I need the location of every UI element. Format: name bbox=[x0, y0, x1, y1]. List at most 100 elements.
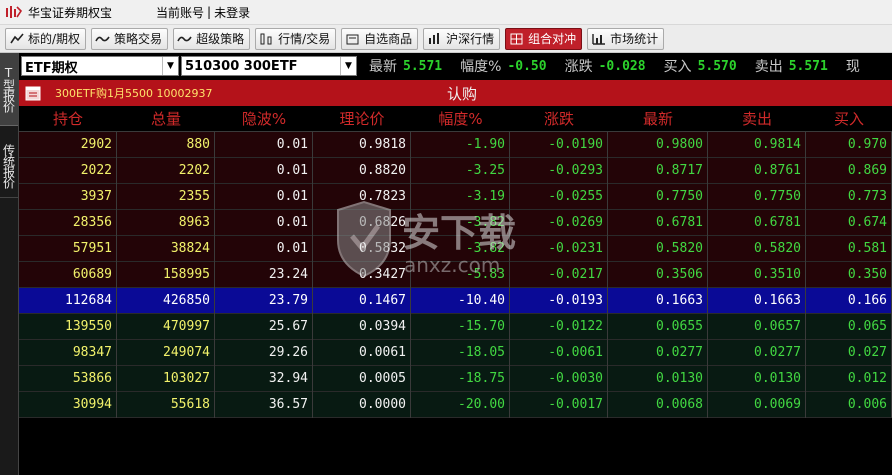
table-row[interactable]: 2902 880 0.01 0.9818 -1.90 -0.0190 0.980… bbox=[19, 131, 892, 158]
cell-volume: 103027 bbox=[117, 365, 215, 392]
cell-theoretical-price: 0.8820 bbox=[313, 157, 411, 184]
chevron-down-icon[interactable]: ▼ bbox=[340, 57, 356, 75]
button-label: 行情/交易 bbox=[278, 32, 331, 46]
bid-value: 5.570 bbox=[697, 58, 737, 74]
category-select[interactable]: ETF期权 ▼ bbox=[21, 56, 179, 76]
table-row[interactable]: 139550 470997 25.67 0.0394 -15.70 -0.012… bbox=[19, 313, 892, 340]
candlestick-icon bbox=[10, 32, 24, 43]
account-label[interactable]: 当前账号 bbox=[156, 4, 204, 21]
market-stats-button[interactable]: 市场统计 bbox=[587, 27, 665, 50]
cell-open-interest: 3937 bbox=[19, 183, 117, 210]
call-side-label: 认购 bbox=[447, 85, 478, 103]
tab-t-quote[interactable]: T型报价 bbox=[0, 53, 18, 126]
table-row[interactable]: 60689 158995 23.24 0.3427 -5.83 -0.0217 … bbox=[19, 261, 892, 288]
cell-open-interest: 2022 bbox=[19, 157, 117, 184]
cell-latest: 0.3506 bbox=[608, 261, 708, 288]
cell-bid: 0.674 bbox=[806, 209, 892, 236]
super-strategy-button[interactable]: 超级策略 bbox=[173, 27, 251, 50]
cell-latest: 0.9800 bbox=[608, 131, 708, 158]
table-row[interactable]: 3937 2355 0.01 0.7823 -3.19 -0.0255 0.77… bbox=[19, 183, 892, 210]
cell-change-pct: -18.05 bbox=[411, 339, 510, 366]
underlying-option-button[interactable]: 标的/期权 bbox=[5, 27, 87, 50]
login-status[interactable]: 未登录 bbox=[214, 4, 250, 21]
title-separator: | bbox=[207, 5, 212, 19]
cell-latest: 0.1663 bbox=[608, 287, 708, 314]
cell-latest: 0.8717 bbox=[608, 157, 708, 184]
cell-theoretical-price: 0.0005 bbox=[313, 365, 411, 392]
column-header-bid[interactable]: 买入 bbox=[806, 108, 892, 129]
sh-sz-market-button[interactable]: 沪深行情 bbox=[423, 27, 501, 50]
table-row[interactable]: 57951 38824 0.01 0.5832 -3.82 -0.0231 0.… bbox=[19, 235, 892, 262]
button-label: 市场统计 bbox=[610, 32, 659, 46]
cell-latest: 0.7750 bbox=[608, 183, 708, 210]
cell-ask: 0.0657 bbox=[708, 313, 806, 340]
category-select-value: ETF期权 bbox=[25, 60, 78, 76]
cell-ask: 0.3510 bbox=[708, 261, 806, 288]
selector-quote-bar: ETF期权 ▼ 510300 300ETF ▼ 最新 5.571 幅度% -0.… bbox=[19, 53, 892, 79]
bar-chart-icon bbox=[429, 32, 440, 44]
cell-change-pct: -18.75 bbox=[411, 365, 510, 392]
cell-open-interest: 28356 bbox=[19, 209, 117, 236]
chart-icon bbox=[260, 33, 272, 44]
column-header-volume[interactable]: 总量 bbox=[117, 108, 215, 129]
cell-change: -0.0061 bbox=[510, 339, 608, 366]
ask-value: 5.571 bbox=[788, 58, 828, 74]
cell-ask: 0.6781 bbox=[708, 209, 806, 236]
column-header-theoretical-price[interactable]: 理论价 bbox=[313, 108, 411, 129]
wave-icon bbox=[177, 36, 192, 41]
cell-change: -0.0269 bbox=[510, 209, 608, 236]
table-row[interactable]: 2022 2202 0.01 0.8820 -3.25 -0.0293 0.87… bbox=[19, 157, 892, 184]
cell-ask: 0.0069 bbox=[708, 391, 806, 418]
button-label: 超级策略 bbox=[196, 32, 245, 46]
combo-hedge-button[interactable]: 组合对冲 bbox=[505, 27, 583, 50]
table-row[interactable]: 98347 249074 29.26 0.0061 -18.05 -0.0061… bbox=[19, 339, 892, 366]
table-row-selected[interactable]: 112684 426850 23.79 0.1467 -10.40 -0.019… bbox=[19, 287, 892, 314]
table-row[interactable]: 30994 55618 36.57 0.0000 -20.00 -0.0017 … bbox=[19, 391, 892, 418]
watchlist-button[interactable]: 自选商品 bbox=[341, 27, 419, 50]
selected-contract: 300ETF购1月5500 10002937 bbox=[55, 87, 213, 100]
cell-ask: 0.0130 bbox=[708, 365, 806, 392]
cell-change: -0.0217 bbox=[510, 261, 608, 288]
cell-change: -0.0293 bbox=[510, 157, 608, 184]
cell-open-interest: 57951 bbox=[19, 235, 117, 262]
change-value: -0.028 bbox=[598, 58, 646, 74]
cell-change: -0.0030 bbox=[510, 365, 608, 392]
cell-volume: 8963 bbox=[117, 209, 215, 236]
column-header-change-pct[interactable]: 幅度% bbox=[411, 108, 510, 129]
button-label: 自选商品 bbox=[364, 32, 413, 46]
quote-trade-button[interactable]: 行情/交易 bbox=[255, 27, 337, 50]
cell-theoretical-price: 0.0061 bbox=[313, 339, 411, 366]
column-header-open-interest[interactable]: 持仓 bbox=[19, 108, 117, 129]
cell-open-interest: 98347 bbox=[19, 339, 117, 366]
cell-bid: 0.006 bbox=[806, 391, 892, 418]
table-row[interactable]: 53866 103027 32.94 0.0005 -18.75 -0.0030… bbox=[19, 365, 892, 392]
calendar-icon[interactable] bbox=[25, 85, 41, 101]
column-header-change[interactable]: 涨跌 bbox=[510, 108, 608, 129]
cell-implied-vol: 29.26 bbox=[215, 339, 313, 366]
cell-latest: 0.6781 bbox=[608, 209, 708, 236]
strategy-trade-button[interactable]: 策略交易 bbox=[91, 27, 169, 50]
cell-latest: 0.0130 bbox=[608, 365, 708, 392]
cell-bid: 0.166 bbox=[806, 287, 892, 314]
cell-implied-vol: 0.01 bbox=[215, 235, 313, 262]
cell-ask: 0.0277 bbox=[708, 339, 806, 366]
cell-theoretical-price: 0.9818 bbox=[313, 131, 411, 158]
favorite-icon bbox=[346, 34, 359, 44]
column-header-ask[interactable]: 卖出 bbox=[708, 108, 806, 129]
cell-volume: 426850 bbox=[117, 287, 215, 314]
cell-change-pct: -1.90 bbox=[411, 131, 510, 158]
cell-open-interest: 139550 bbox=[19, 313, 117, 340]
cell-volume: 158995 bbox=[117, 261, 215, 288]
column-header-latest[interactable]: 最新 bbox=[608, 108, 708, 129]
cell-bid: 0.869 bbox=[806, 157, 892, 184]
table-row[interactable]: 28356 8963 0.01 0.6826 -3.82 -0.0269 0.6… bbox=[19, 209, 892, 236]
cell-change-pct: -3.25 bbox=[411, 157, 510, 184]
cell-change-pct: -3.82 bbox=[411, 209, 510, 236]
column-header-implied-vol[interactable]: 隐波% bbox=[215, 108, 313, 129]
chevron-down-icon[interactable]: ▼ bbox=[162, 57, 178, 75]
cell-ask: 0.7750 bbox=[708, 183, 806, 210]
cell-theoretical-price: 0.3427 bbox=[313, 261, 411, 288]
underlying-select[interactable]: 510300 300ETF ▼ bbox=[181, 56, 357, 76]
cell-implied-vol: 23.24 bbox=[215, 261, 313, 288]
tab-traditional-quote[interactable]: 传统报价 bbox=[0, 134, 18, 198]
